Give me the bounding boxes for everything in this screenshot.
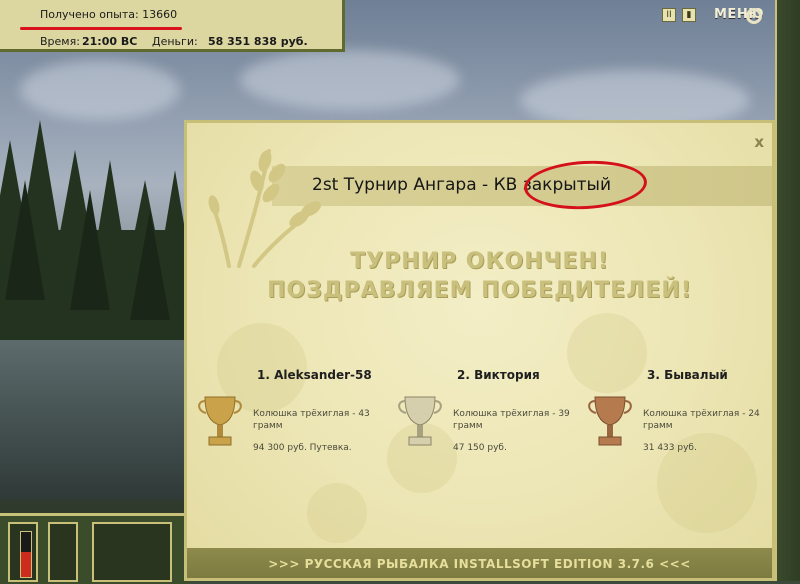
side-panel: [775, 0, 800, 581]
gold-trophy-icon: [198, 396, 242, 446]
winner-prize: 47 150 руб.: [453, 443, 507, 453]
decor-blob: [567, 313, 647, 393]
gear-icon[interactable]: [746, 8, 762, 24]
money-value: 58 351 838 руб.: [208, 35, 308, 48]
money-label: Деньги:: [152, 35, 198, 48]
cloud: [240, 50, 460, 110]
tournament-over-heading: ТУРНИР ОКОНЧЕН!: [350, 249, 609, 274]
save-button[interactable]: ▮: [682, 8, 696, 22]
winner-fish: Колюшка трёхиглая - 24 грамм: [643, 409, 760, 431]
winner-prize: 94 300 руб. Путевка.: [253, 443, 352, 453]
winner-fish: Колюшка трёхиглая - 43 грамм: [253, 409, 370, 431]
xp-highlight-underline: [20, 27, 182, 30]
tension-meter-fill: [21, 552, 31, 577]
pause-button[interactable]: II: [662, 8, 676, 22]
winner-prize: 31 433 руб.: [643, 443, 697, 453]
top-icons: II ▮: [662, 8, 696, 22]
time-value: 21:00 ВС: [82, 35, 138, 48]
time-label: Время:: [40, 35, 80, 48]
status-hud: Получено опыта: 13660 Время: 21:00 ВС Де…: [0, 0, 345, 52]
winner-name: 3. Бывалый: [647, 368, 728, 382]
game-version-footer: >>> РУССКАЯ РЫБАЛКА INSTALLSOFT EDITION …: [268, 557, 691, 571]
decor-blob: [307, 483, 367, 543]
congrats-heading: ПОЗДРАВЛЯЕМ ПОБЕДИТЕЛЕЙ!: [267, 278, 692, 303]
cloud: [20, 60, 180, 120]
lake: [0, 340, 190, 500]
tournament-results-dialog: x 2st Турнир Ангара - КВ закрытый ТУРНИР…: [184, 120, 775, 581]
rod-slot[interactable]: [92, 522, 172, 582]
tackle-slot[interactable]: [48, 522, 78, 582]
winner-name: 2. Виктория: [457, 368, 540, 382]
close-button[interactable]: x: [754, 133, 764, 151]
tension-meter: [20, 531, 32, 578]
bronze-trophy-icon: [588, 396, 632, 446]
silver-trophy-icon: [398, 396, 442, 446]
xp-label: Получено опыта: 13660: [40, 8, 178, 21]
winner-fish: Колюшка трёхиглая - 39 грамм: [453, 409, 570, 431]
winner-name: 1. Aleksander-58: [257, 368, 372, 382]
